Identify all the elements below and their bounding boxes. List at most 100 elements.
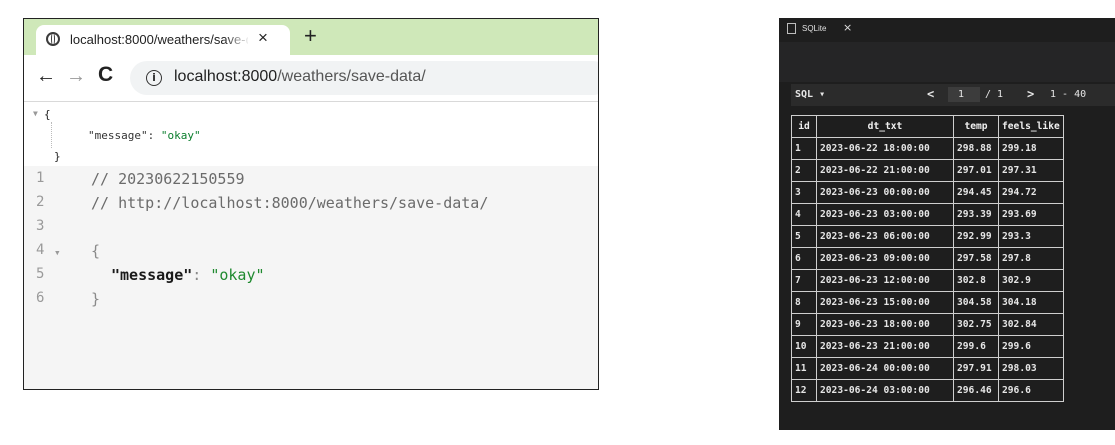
table-cell[interactable]: 299.18 [998,137,1064,160]
code-line: 3 [24,218,598,240]
column-header[interactable]: dt_txt [816,115,954,138]
table-row[interactable]: 3 2023-06-23 00:00:00 294.45 294.72 [791,181,1064,204]
line-number: 5 [36,266,45,282]
table-cell[interactable]: 5 [791,225,817,248]
table-cell[interactable]: 297.31 [998,159,1064,182]
table-cell[interactable]: 2023-06-23 21:00:00 [816,335,954,358]
table-cell[interactable]: 2023-06-23 12:00:00 [816,269,954,292]
table-cell[interactable]: 302.9 [998,269,1064,292]
table-cell[interactable]: 2023-06-22 21:00:00 [816,159,954,182]
table-cell[interactable]: 292.99 [953,225,999,248]
table-cell[interactable]: 297.91 [953,357,999,380]
browser-tab[interactable]: localhost:8000/weathers/save-da × [36,25,290,55]
info-icon[interactable]: i [146,70,162,86]
table-cell[interactable]: 8 [791,291,817,314]
url-text[interactable]: localhost:8000/weathers/save-data/ [174,68,426,86]
table-cell[interactable]: 2 [791,159,817,182]
table-cell[interactable]: 2023-06-23 09:00:00 [816,247,954,270]
table-cell[interactable]: 293.39 [953,203,999,226]
table-cell[interactable]: 2023-06-23 15:00:00 [816,291,954,314]
table-cell[interactable]: 6 [791,247,817,270]
table-cell[interactable]: 304.18 [998,291,1064,314]
table-cell[interactable]: 2023-06-23 06:00:00 [816,225,954,248]
code-line: 6 } [24,290,598,312]
column-header[interactable]: feels_like [998,115,1064,138]
table-cell[interactable]: 298.88 [953,137,999,160]
table-cell[interactable]: 1 [791,137,817,160]
table-row[interactable]: 11 2023-06-24 00:00:00 297.91 298.03 [791,357,1064,380]
table-cell[interactable]: 2023-06-24 00:00:00 [816,357,954,380]
table-cell[interactable]: 294.72 [998,181,1064,204]
tab-title: localhost:8000/weathers/save-da [70,32,248,47]
row-range: 1 - 40 [1050,89,1087,100]
table-row[interactable]: 2 2023-06-22 21:00:00 297.01 297.31 [791,159,1064,182]
table-cell[interactable]: 7 [791,269,817,292]
table-cell[interactable]: 2023-06-23 03:00:00 [816,203,954,226]
fold-arrow-icon[interactable]: ▾ [54,242,61,264]
sqlite-viewer: SQLite × SQL ▾ < / 1 > 1 - 40 id dt_txt … [779,18,1115,430]
table-cell[interactable]: 297.58 [953,247,999,270]
table-cell[interactable]: 299.6 [998,335,1064,358]
table-row[interactable]: 1 2023-06-22 18:00:00 298.88 299.18 [791,137,1064,160]
table-cell[interactable]: 296.46 [953,379,999,402]
table-cell[interactable]: 3 [791,181,817,204]
url-omnibox[interactable]: i localhost:8000/weathers/save-data/ [130,61,598,95]
code-comment: // http://localhost:8000/weathers/save-d… [91,194,489,212]
table-row[interactable]: 5 2023-06-23 06:00:00 292.99 293.3 [791,225,1064,248]
table-row[interactable]: 4 2023-06-23 03:00:00 293.39 293.69 [791,203,1064,226]
url-host: localhost:8000 [174,68,278,85]
close-icon[interactable]: × [843,21,852,34]
next-page-button[interactable]: > [1027,87,1034,101]
table-row[interactable]: 12 2023-06-24 03:00:00 296.46 296.6 [791,379,1064,402]
table-cell[interactable]: 297.01 [953,159,999,182]
table-row[interactable]: 8 2023-06-23 15:00:00 304.58 304.18 [791,291,1064,314]
table-cell[interactable]: 302.84 [998,313,1064,336]
back-arrow-icon[interactable]: ← [36,65,56,88]
new-tab-button[interactable]: + [304,23,317,49]
reload-icon[interactable]: C [98,63,113,87]
tree-guide-line [51,122,52,148]
table-cell[interactable]: 293.3 [998,225,1064,248]
table-cell[interactable]: 302.8 [953,269,999,292]
table-cell[interactable]: 2023-06-24 03:00:00 [816,379,954,402]
table-cell[interactable]: 302.75 [953,313,999,336]
table-row[interactable]: 9 2023-06-23 18:00:00 302.75 302.84 [791,313,1064,336]
table-cell[interactable]: 10 [791,335,817,358]
table-cell[interactable]: 297.8 [998,247,1064,270]
table-header-row: id dt_txt temp feels_like [791,115,1064,138]
sqlite-header-area [779,42,1115,82]
close-icon[interactable]: × [258,28,268,48]
prev-page-button[interactable]: < [927,87,934,101]
table-cell[interactable]: 299.6 [953,335,999,358]
table-row[interactable]: 6 2023-06-23 09:00:00 297.58 297.8 [791,247,1064,270]
tab-title-fade [224,29,250,49]
tree-entry: "message": "okay" [88,129,201,142]
forward-arrow-icon[interactable]: → [66,65,86,88]
json-tree-view: ▼ { "message": "okay" } [24,102,598,166]
table-cell[interactable]: 304.58 [953,291,999,314]
code-separator: : [192,266,211,284]
line-number: 1 [36,170,45,186]
table-cell[interactable]: 296.6 [998,379,1064,402]
table-row[interactable]: 7 2023-06-23 12:00:00 302.8 302.9 [791,269,1064,292]
address-bar: ← → C i localhost:8000/weathers/save-dat… [24,55,598,102]
sqlite-tab[interactable]: SQLite × [779,18,869,42]
column-header[interactable]: temp [953,115,999,138]
table-cell[interactable]: 12 [791,379,817,402]
code-line: 4 ▾ { [24,242,598,264]
table-cell[interactable]: 2023-06-23 18:00:00 [816,313,954,336]
table-cell[interactable]: 9 [791,313,817,336]
table-row[interactable]: 10 2023-06-23 21:00:00 299.6 299.6 [791,335,1064,358]
line-number: 3 [36,218,45,234]
page-number-input[interactable] [948,87,980,102]
table-cell[interactable]: 298.03 [998,357,1064,380]
table-cell[interactable]: 4 [791,203,817,226]
table-cell[interactable]: 294.45 [953,181,999,204]
table-cell[interactable]: 293.69 [998,203,1064,226]
collapse-triangle-icon[interactable]: ▼ [33,109,38,118]
sql-dropdown-button[interactable]: SQL ▾ [795,89,825,100]
column-header[interactable]: id [791,115,817,138]
table-cell[interactable]: 2023-06-22 18:00:00 [816,137,954,160]
table-cell[interactable]: 2023-06-23 00:00:00 [816,181,954,204]
table-cell[interactable]: 11 [791,357,817,380]
